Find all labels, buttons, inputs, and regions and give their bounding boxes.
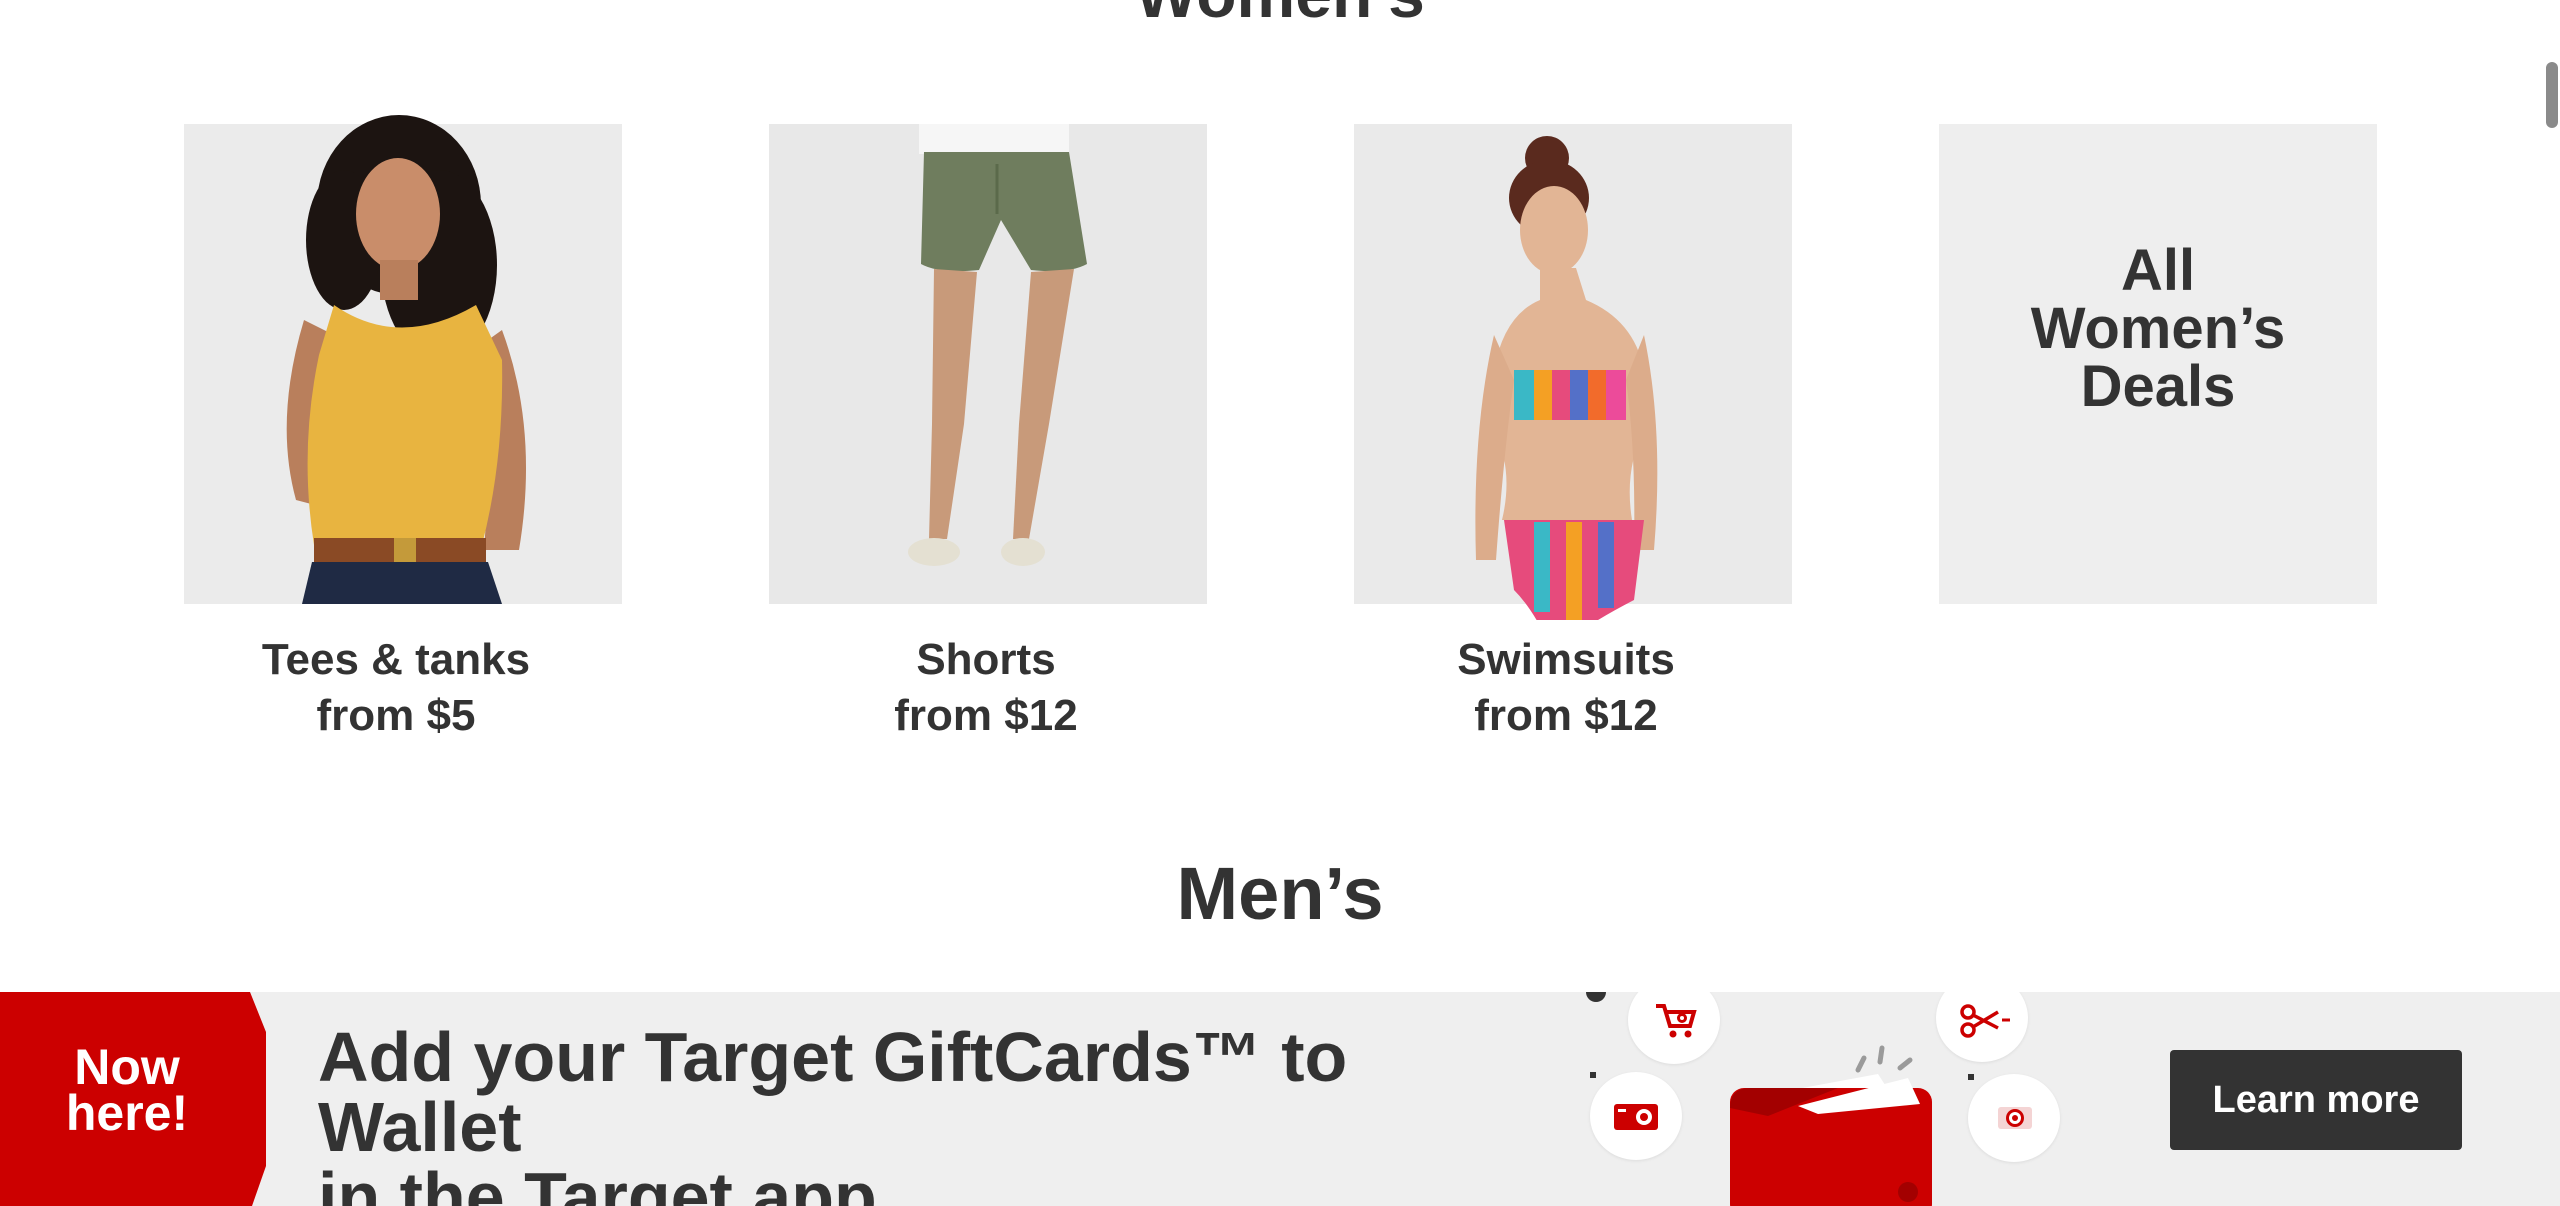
green-shorts-image [769, 124, 1207, 604]
scrollbar-thumb[interactable] [2546, 62, 2558, 128]
headline-line: in the Target app [318, 1158, 877, 1206]
section-heading-womens: Women’s [0, 0, 2560, 34]
wallet-illustration [1580, 992, 2080, 1206]
tile-label-swimsuits: Swimsuits from $12 [1286, 632, 1846, 744]
tile-title: Tees & tanks [261, 635, 531, 684]
now-here-badge: Now here! [32, 1039, 222, 1141]
tile-image-all-womens-deals: All Women’s Deals [1939, 124, 2377, 604]
target-bubble [1968, 1074, 2060, 1162]
deals-line: Deals [2080, 354, 2236, 419]
headline-line: Add your Target GiftCards™ to Wallet [318, 1018, 1348, 1166]
tile-image-shorts [769, 124, 1207, 604]
tile-label-tees-tanks: Tees & tanks from $5 [116, 632, 676, 744]
shopping-cart-icon [1656, 1004, 1697, 1038]
learn-more-button[interactable]: Learn more [2170, 1050, 2462, 1150]
badge-line: Now [74, 1039, 180, 1095]
tile-image-tees-tanks [184, 115, 622, 604]
scissors-icon [1960, 1004, 2010, 1038]
tile-price: from $12 [894, 691, 1078, 740]
cart-bubble [1628, 992, 1720, 1064]
tile-title: Swimsuits [1457, 635, 1675, 684]
section-heading-mens: Men’s [1176, 852, 1384, 935]
wallet-icon [1730, 1074, 1932, 1206]
decor-dot [1586, 992, 1606, 1002]
banner-headline: Add your Target GiftCards™ to Wallet in … [318, 1022, 1548, 1206]
tile-title: Shorts [916, 635, 1056, 684]
striped-swimsuit-image [1354, 124, 1792, 620]
tile-price: from $12 [1474, 691, 1658, 740]
tile-image-swimsuits [1354, 124, 1792, 620]
badge-line: here! [65, 1085, 189, 1141]
all-womens-deals-text: All Women’s Deals [1939, 242, 2377, 416]
card-bubble [1590, 1072, 1682, 1160]
giftcard-wallet-banner: Now here! Add your Target GiftCards™ to … [0, 992, 2560, 1206]
tile-price: from $5 [316, 691, 476, 740]
target-logo-icon [1998, 1107, 2032, 1129]
woman-in-yellow-tank-image [184, 115, 622, 604]
gift-card-icon [1614, 1104, 1658, 1130]
tile-label-shorts: Shorts from $12 [706, 632, 1266, 744]
deals-line: Women’s [2030, 296, 2286, 361]
deals-line: All [2120, 238, 2196, 303]
coupon-bubble [1936, 992, 2028, 1062]
